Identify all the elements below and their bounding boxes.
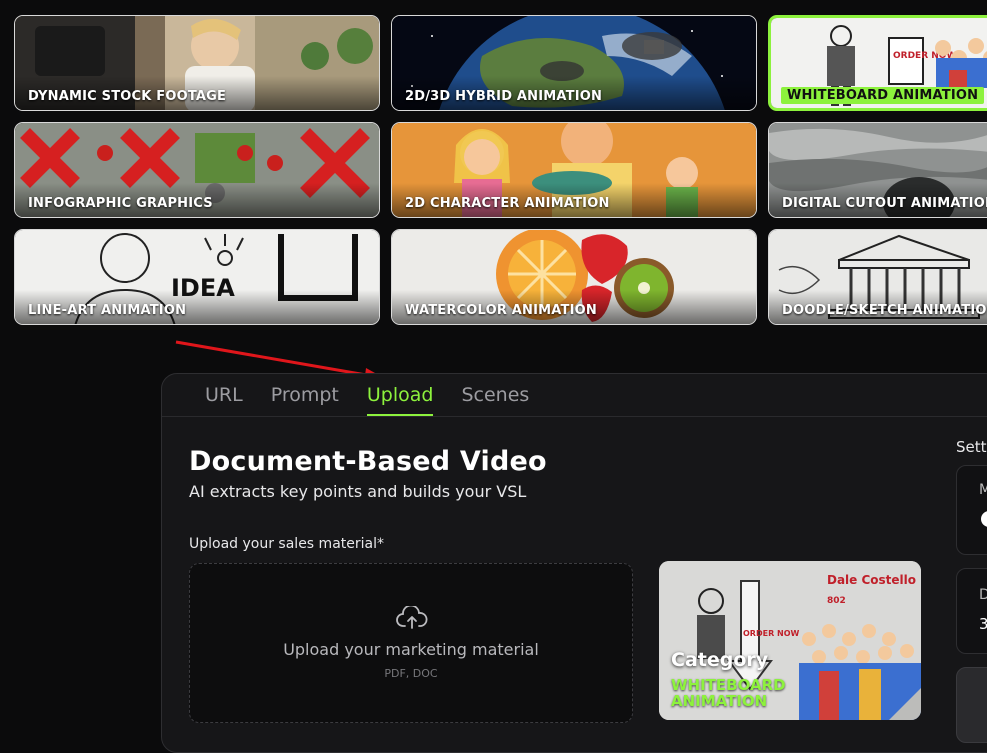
input-tabs: URL Prompt Upload Scenes <box>205 384 529 416</box>
tab-upload[interactable]: Upload <box>366 384 434 416</box>
category-art-name: Dale Costello <box>827 573 917 587</box>
category-art-number: 802 <box>827 596 846 606</box>
style-tile-digital-cutout[interactable]: DIGITAL CUTOUT ANIMATION <box>768 122 987 218</box>
style-label: 2D/3D HYBRID ANIMATION <box>405 89 603 104</box>
style-tile-doodle-sketch[interactable]: DOODLE/SKETCH ANIMATION <box>768 229 987 325</box>
category-value: WHITEBOARD ANIMATION <box>671 676 786 710</box>
page-title: Document-Based Video <box>189 446 547 477</box>
dropzone-file-types: PDF, DOC <box>384 667 438 680</box>
tab-divider <box>162 416 987 417</box>
style-label: DOODLE/SKETCH ANIMATION <box>782 303 987 318</box>
style-tile-line-art[interactable]: IDEA LINE-ART ANIMATION <box>14 229 380 325</box>
style-label: LINE-ART ANIMATION <box>28 303 187 318</box>
settings-box-2-label: D <box>979 587 987 603</box>
style-tile-whiteboard[interactable]: ORDER NOW WHITEBOARD ANIMATION <box>768 15 987 111</box>
upload-dropzone[interactable]: Upload your marketing material PDF, DOC <box>189 563 633 723</box>
tab-prompt[interactable]: Prompt <box>271 384 339 416</box>
tab-url[interactable]: URL <box>205 384 243 416</box>
settings-box-1-label: M <box>979 482 987 498</box>
style-label: WHITEBOARD ANIMATION <box>781 87 985 104</box>
style-label: 2D CHARACTER ANIMATION <box>405 196 610 211</box>
settings-box-3[interactable] <box>956 667 987 743</box>
dropzone-text: Upload your marketing material <box>283 640 539 659</box>
upload-field-label: Upload your sales material* <box>189 536 384 552</box>
category-heading: Category <box>671 649 769 671</box>
style-label: DIGITAL CUTOUT ANIMATION <box>782 196 987 211</box>
settings-box-1[interactable]: M <box>956 465 987 555</box>
toggle-knob-icon <box>981 511 987 527</box>
style-label: WATERCOLOR ANIMATION <box>405 303 597 318</box>
cloud-upload-icon <box>396 606 428 629</box>
category-card[interactable]: ORDER NOW 802 Dale Costello Category WHI… <box>659 561 921 720</box>
video-builder-panel: URL Prompt Upload Scenes Document-Based … <box>161 373 987 753</box>
style-tile-2d-3d-hybrid[interactable]: 2D/3D HYBRID ANIMATION <box>391 15 757 111</box>
style-tile-2d-character[interactable]: 2D CHARACTER ANIMATION <box>391 122 757 218</box>
style-tile-infographic[interactable]: INFOGRAPHIC GRAPHICS <box>14 122 380 218</box>
style-label: INFOGRAPHIC GRAPHICS <box>28 196 213 211</box>
settings-box-2[interactable]: D 3 <box>956 568 987 654</box>
style-label: DYNAMIC STOCK FOOTAGE <box>28 89 227 104</box>
tab-scenes[interactable]: Scenes <box>461 384 529 416</box>
category-order-now-text: ORDER NOW <box>743 629 800 638</box>
settings-label: Setti <box>956 438 987 456</box>
page-subtitle: AI extracts key points and builds your V… <box>189 482 527 501</box>
style-tile-watercolor[interactable]: WATERCOLOR ANIMATION <box>391 229 757 325</box>
settings-box-2-value: 3 <box>979 615 987 633</box>
style-tile-dynamic-stock-footage[interactable]: DYNAMIC STOCK FOOTAGE <box>14 15 380 111</box>
